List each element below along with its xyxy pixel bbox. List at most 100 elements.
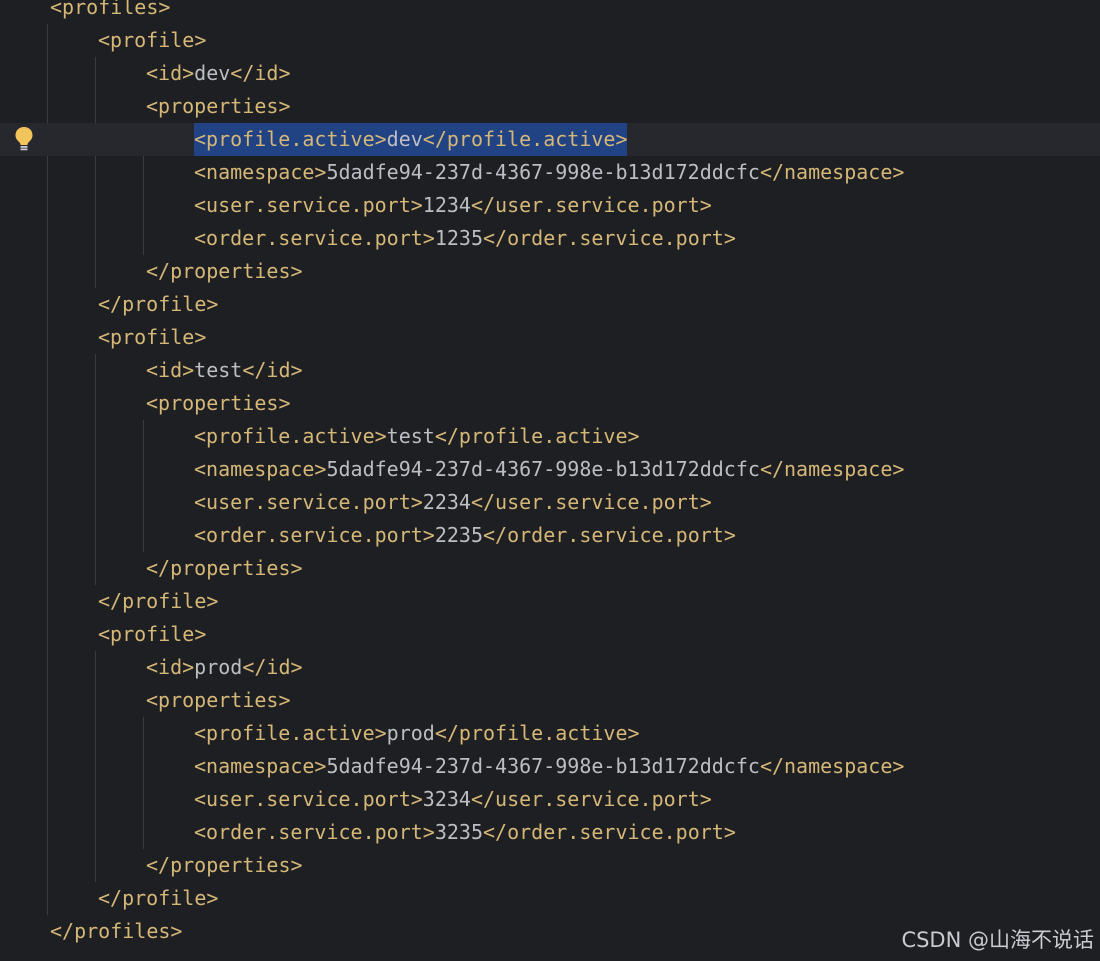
code-text[interactable]: <user.service.port>1234</user.service.po… <box>194 189 712 222</box>
xml-tag: </namespace> <box>759 754 905 778</box>
xml-tag: </order.service.port> <box>483 820 736 844</box>
code-line[interactable]: <profile> <box>0 618 1100 651</box>
xml-tag: </profiles> <box>50 919 183 943</box>
code-text[interactable]: <order.service.port>2235</order.service.… <box>194 519 736 552</box>
xml-value: test <box>386 424 435 448</box>
code-text[interactable]: <profiles> <box>50 0 170 24</box>
code-text[interactable]: <profile.active>prod</profile.active> <box>194 717 640 750</box>
code-line[interactable]: <user.service.port>2234</user.service.po… <box>0 486 1100 519</box>
xml-tag: <id> <box>146 61 195 85</box>
xml-tag: <order.service.port> <box>194 820 435 844</box>
xml-value: dev <box>194 61 231 85</box>
xml-tag: </properties> <box>146 853 303 877</box>
xml-tag: </properties> <box>146 259 303 283</box>
code-line[interactable]: <order.service.port>2235</order.service.… <box>0 519 1100 552</box>
code-text[interactable]: <namespace>5dadfe94-237d-4367-998e-b13d1… <box>194 156 904 189</box>
xml-tag: <user.service.port> <box>194 490 423 514</box>
code-text[interactable]: </profile> <box>98 288 218 321</box>
code-text[interactable]: <profile> <box>98 24 206 57</box>
xml-tag: <id> <box>146 655 195 679</box>
xml-tag: <properties> <box>146 391 291 415</box>
text-selection[interactable]: <profile.active>dev</profile.active> <box>194 123 628 156</box>
code-editor[interactable]: <profiles> <profile> <id>dev</id> <properti… <box>0 0 1100 961</box>
code-line[interactable]: <user.service.port>1234</user.service.po… <box>0 189 1100 222</box>
code-text[interactable]: <namespace>5dadfe94-237d-4367-998e-b13d1… <box>194 750 904 783</box>
xml-tag: </profile> <box>98 292 219 316</box>
code-line[interactable]: <namespace>5dadfe94-237d-4367-998e-b13d1… <box>0 453 1100 486</box>
xml-value: prod <box>386 721 435 745</box>
xml-tag: <namespace> <box>194 160 327 184</box>
xml-value: 3234 <box>422 787 471 811</box>
code-text[interactable]: <properties> <box>146 90 291 123</box>
code-text[interactable]: </profile> <box>98 882 218 915</box>
xml-value: 1234 <box>422 193 471 217</box>
xml-tag: <order.service.port> <box>194 523 435 547</box>
xml-tag: <order.service.port> <box>194 226 435 250</box>
xml-tag: <profile> <box>98 28 207 52</box>
code-text[interactable]: <properties> <box>146 387 291 420</box>
code-line[interactable]: <profile.active>prod</profile.active> <box>0 717 1100 750</box>
xml-tag: </profile.active> <box>434 424 640 448</box>
code-text[interactable]: <id>dev</id> <box>146 57 291 90</box>
xml-tag: </user.service.port> <box>470 787 712 811</box>
code-text[interactable]: </properties> <box>146 552 303 585</box>
code-line[interactable]: </properties> <box>0 849 1100 882</box>
code-line[interactable]: <profile.active>dev</profile.active> <box>0 123 1100 156</box>
code-line[interactable]: <order.service.port>1235</order.service.… <box>0 222 1100 255</box>
xml-tag: <profile.active> <box>194 127 387 151</box>
xml-value: 1235 <box>434 226 483 250</box>
code-line[interactable]: <id>dev</id> <box>0 57 1100 90</box>
code-text[interactable]: <user.service.port>2234</user.service.po… <box>194 486 712 519</box>
code-line[interactable]: <profile.active>test</profile.active> <box>0 420 1100 453</box>
xml-tag: </id> <box>230 61 291 85</box>
code-text[interactable]: </profile> <box>98 585 218 618</box>
xml-value: 2235 <box>434 523 483 547</box>
code-text[interactable]: <profile.active>test</profile.active> <box>194 420 640 453</box>
xml-tag: </user.service.port> <box>470 193 712 217</box>
xml-tag: </namespace> <box>759 457 905 481</box>
code-text[interactable]: <profile> <box>98 618 206 651</box>
xml-tag: </profile.active> <box>434 721 640 745</box>
code-text[interactable]: <id>prod</id> <box>146 651 303 684</box>
code-text[interactable]: <properties> <box>146 684 291 717</box>
xml-value: prod <box>194 655 243 679</box>
code-line[interactable]: <namespace>5dadfe94-237d-4367-998e-b13d1… <box>0 750 1100 783</box>
code-text[interactable]: <user.service.port>3234</user.service.po… <box>194 783 712 816</box>
code-text[interactable]: <id>test</id> <box>146 354 303 387</box>
code-line[interactable]: <properties> <box>0 90 1100 123</box>
code-line[interactable]: <user.service.port>3234</user.service.po… <box>0 783 1100 816</box>
code-text[interactable]: <namespace>5dadfe94-237d-4367-998e-b13d1… <box>194 453 904 486</box>
code-line[interactable]: <id>test</id> <box>0 354 1100 387</box>
code-line[interactable]: </profile> <box>0 585 1100 618</box>
code-line[interactable]: </profile> <box>0 288 1100 321</box>
xml-value: 3235 <box>434 820 483 844</box>
code-line[interactable]: </properties> <box>0 255 1100 288</box>
xml-tag: </properties> <box>146 556 303 580</box>
xml-tag: </profile> <box>98 589 219 613</box>
code-text[interactable]: <order.service.port>1235</order.service.… <box>194 222 736 255</box>
code-line[interactable]: <namespace>5dadfe94-237d-4367-998e-b13d1… <box>0 156 1100 189</box>
lightbulb-icon[interactable] <box>14 126 34 152</box>
code-text[interactable]: </profiles> <box>50 915 182 948</box>
code-line[interactable]: <profile> <box>0 24 1100 57</box>
code-line[interactable]: <order.service.port>3235</order.service.… <box>0 816 1100 849</box>
code-line[interactable]: <properties> <box>0 684 1100 717</box>
code-text[interactable]: <profile.active>dev</profile.active> <box>194 123 628 156</box>
code-line[interactable]: </properties> <box>0 552 1100 585</box>
xml-tag: <id> <box>146 358 195 382</box>
code-line[interactable]: <profile> <box>0 321 1100 354</box>
code-text[interactable]: <profile> <box>98 321 206 354</box>
code-line[interactable]: <properties> <box>0 387 1100 420</box>
xml-tag: <user.service.port> <box>194 193 423 217</box>
xml-tag: </id> <box>242 358 303 382</box>
code-line[interactable]: <profiles> <box>0 0 1100 24</box>
code-text[interactable]: </properties> <box>146 255 303 288</box>
xml-tag: <profile.active> <box>194 721 387 745</box>
code-line[interactable]: <id>prod</id> <box>0 651 1100 684</box>
xml-value: 5dadfe94-237d-4367-998e-b13d172ddcfc <box>326 457 760 481</box>
xml-tag: <properties> <box>146 688 291 712</box>
code-line[interactable]: </profile> <box>0 882 1100 915</box>
xml-tag: <namespace> <box>194 457 327 481</box>
code-text[interactable]: </properties> <box>146 849 303 882</box>
code-text[interactable]: <order.service.port>3235</order.service.… <box>194 816 736 849</box>
